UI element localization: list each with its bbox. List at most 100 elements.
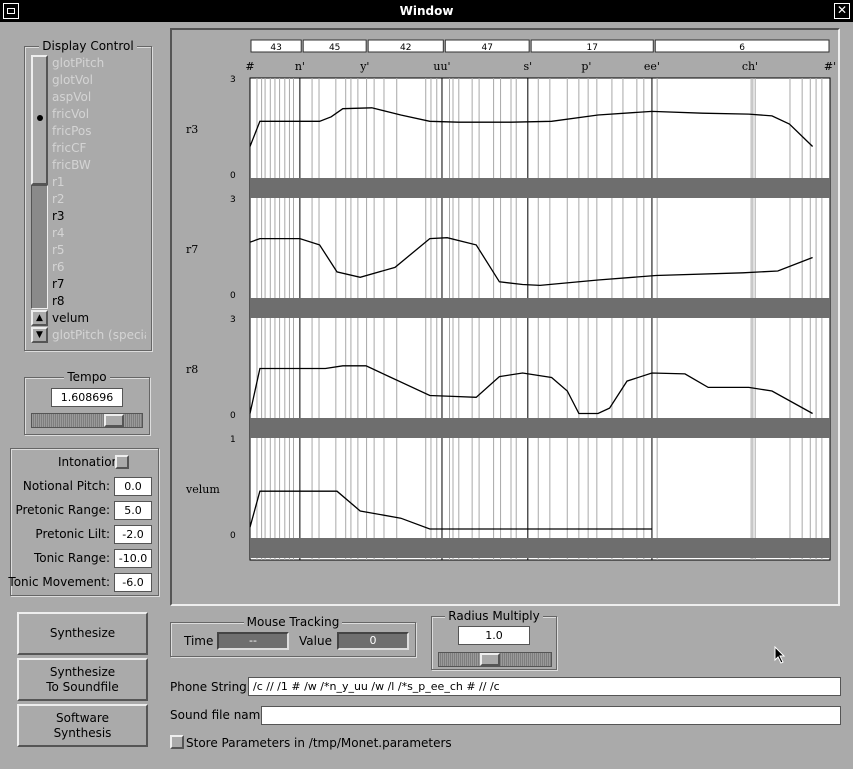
duration-label: 6: [739, 43, 745, 53]
synthesize-label: Synthesize: [49, 626, 116, 640]
software-synthesis-button[interactable]: Software Synthesis: [17, 704, 148, 747]
list-item-r8[interactable]: r8: [50, 293, 146, 310]
y-max-label: 1: [230, 435, 236, 445]
scroll-down-button[interactable]: ▼: [31, 327, 48, 343]
list-item-r6[interactable]: r6: [50, 259, 146, 276]
arrow-down-icon: ▼: [36, 330, 43, 340]
duration-label: 47: [481, 43, 492, 53]
list-item-r2[interactable]: r2: [50, 191, 146, 208]
list-item-r3[interactable]: r3: [50, 208, 146, 225]
track-label: r8: [186, 363, 198, 376]
phone-label: ch': [742, 60, 758, 73]
phone-label: uu': [433, 60, 450, 73]
list-item-fricvol[interactable]: fricVol: [50, 106, 146, 123]
notional-pitch-label: Notional Pitch:: [22, 479, 110, 493]
window-title: Window: [399, 4, 454, 18]
tempo-group: Tempo 1.608696: [24, 370, 150, 435]
tempo-slider[interactable]: [31, 413, 143, 428]
time-label: Time: [184, 634, 214, 648]
list-item-r5[interactable]: r5: [50, 242, 146, 259]
phone-label: #': [824, 60, 836, 73]
y-max-label: 3: [230, 195, 236, 205]
sound-file-name-input[interactable]: [261, 706, 841, 725]
list-item-r1[interactable]: r1: [50, 174, 146, 191]
phone-label: n': [295, 60, 305, 73]
mouse-tracking-group: Mouse Tracking Time -- Value 0: [170, 615, 416, 657]
tonic-movement-label: Tonic Movement:: [8, 575, 110, 589]
y-max-label: 3: [230, 315, 236, 325]
time-display: --: [217, 632, 289, 650]
track-label: r7: [186, 243, 198, 256]
pretonic-range-input[interactable]: 5.0: [114, 501, 152, 520]
phone-string-label: Phone String: [170, 680, 247, 694]
window-menu-button[interactable]: [3, 3, 19, 19]
y-min-label: 0: [230, 411, 236, 421]
phone-label: ee': [644, 60, 660, 73]
tonic-range-input[interactable]: -10.0: [114, 549, 152, 568]
track-band: [250, 538, 830, 558]
phone-label: s': [523, 60, 532, 73]
list-item-aspvol[interactable]: aspVol: [50, 89, 146, 106]
parameter-list[interactable]: glotPitch glotVol aspVol fricVol fricPos…: [50, 55, 146, 343]
radius-multiply-title: Radius Multiply: [445, 609, 543, 623]
arrow-up-icon: ▲: [36, 313, 43, 323]
pretonic-lilt-label: Pretonic Lilt:: [35, 527, 110, 541]
radius-multiply-slider-knob[interactable]: [480, 653, 500, 666]
pretonic-lilt-input[interactable]: -2.0: [114, 525, 152, 544]
list-item-velum[interactable]: velum: [50, 310, 146, 327]
display-control-group: Display Control ▲ ▼ glotPitch glotVol as…: [24, 39, 152, 351]
list-item-fricbw[interactable]: fricBW: [50, 157, 146, 174]
radius-multiply-input[interactable]: 1.0: [458, 626, 530, 645]
phone-label: #: [245, 60, 254, 73]
notional-pitch-input[interactable]: 0.0: [114, 477, 152, 496]
duration-label: 17: [586, 43, 597, 53]
mouse-pointer-icon: [774, 646, 786, 664]
tonic-range-label: Tonic Range:: [33, 551, 110, 565]
y-max-label: 3: [230, 75, 236, 85]
close-icon: ✕: [836, 3, 848, 17]
phone-label: y': [359, 60, 369, 73]
list-item-friccf[interactable]: fricCF: [50, 140, 146, 157]
list-item-glotvol[interactable]: glotVol: [50, 72, 146, 89]
synthesize-to-soundfile-label-line2: To Soundfile: [46, 679, 119, 694]
tonic-movement-input[interactable]: -6.0: [114, 573, 152, 592]
tempo-input[interactable]: 1.608696: [51, 388, 123, 407]
intonation-label: Intonation: [58, 455, 120, 469]
value-label: Value: [299, 634, 332, 648]
phone-label: p': [581, 60, 591, 73]
list-item-r4[interactable]: r4: [50, 225, 146, 242]
y-min-label: 0: [230, 531, 236, 541]
sound-file-name-label: Sound file name: [170, 708, 268, 722]
list-item-glotpitch[interactable]: glotPitch: [50, 55, 146, 72]
track-band: [250, 418, 830, 438]
track-band: [250, 298, 830, 318]
list-item-fricpos[interactable]: fricPos: [50, 123, 146, 140]
y-min-label: 0: [230, 291, 236, 301]
mouse-tracking-title: Mouse Tracking: [243, 615, 343, 629]
radius-multiply-slider[interactable]: [438, 652, 552, 667]
window-close-button[interactable]: ✕: [834, 3, 850, 19]
list-item-glotpitch-special[interactable]: glotPitch (specia: [50, 327, 146, 344]
track-band: [250, 178, 830, 198]
tempo-slider-knob[interactable]: [104, 414, 124, 427]
window-menu-icon: [7, 8, 15, 14]
scroll-up-button[interactable]: ▲: [31, 310, 48, 326]
list-item-r7[interactable]: r7: [50, 276, 146, 293]
intonation-checkbox[interactable]: [115, 455, 129, 469]
tempo-title: Tempo: [64, 370, 110, 384]
scrollbar-track[interactable]: [31, 185, 48, 309]
synthesize-to-soundfile-button[interactable]: Synthesize To Soundfile: [17, 658, 148, 701]
window-titlebar: Window: [0, 0, 853, 22]
scrollbar-thumb[interactable]: [31, 55, 48, 185]
scroll-grip-icon: [37, 115, 43, 121]
software-synthesis-label-line2: Synthesis: [53, 725, 112, 740]
synthesize-button[interactable]: Synthesize: [17, 612, 148, 655]
store-parameters-label: Store Parameters in /tmp/Monet.parameter…: [186, 736, 452, 750]
store-parameters-checkbox[interactable]: [170, 735, 184, 749]
display-control-scrollbar[interactable]: ▲ ▼: [31, 55, 48, 343]
synthesize-to-soundfile-label-line1: Synthesize: [49, 664, 116, 679]
phone-string-input[interactable]: /c // /1 # /w /*n_y_uu /w /l /*s_p_ee_ch…: [248, 677, 841, 696]
parameter-graph[interactable]: 43 45 42 47 17 6 # n' y' uu' s' p' ee' ch' #' r3 3 0 r7 3 0 r…: [172, 30, 838, 604]
value-display: 0: [337, 632, 409, 650]
duration-label: 43: [270, 43, 281, 53]
